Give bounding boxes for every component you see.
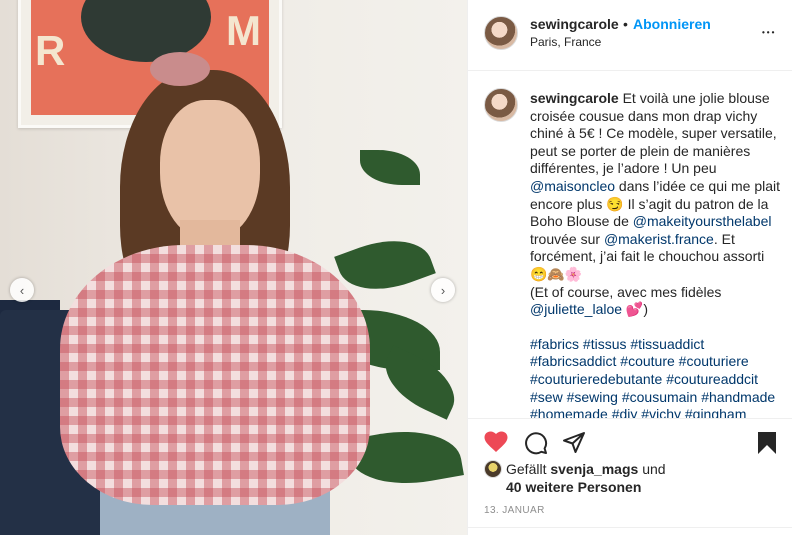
- hashtag-link[interactable]: #coutureaddcit: [666, 371, 758, 387]
- hashtag-link[interactable]: #vichy: [641, 406, 681, 418]
- hashtag-link[interactable]: #cousumain: [622, 389, 698, 405]
- separator-dot: •: [623, 16, 628, 32]
- hashtag-link[interactable]: #homemade: [530, 406, 608, 418]
- scrunchie: [150, 52, 210, 86]
- mention-link[interactable]: @makeityoursthelabel: [633, 213, 772, 229]
- carousel-next-button[interactable]: ›: [431, 278, 455, 302]
- chevron-right-icon: ›: [440, 282, 446, 298]
- hashtag-list: #fabrics #tissus #tissuaddict #fabricsad…: [530, 336, 784, 418]
- likes-prefix: Gefällt: [506, 461, 551, 477]
- caption-body: trouvée sur: [530, 230, 604, 247]
- mention-link[interactable]: @makerist.france: [604, 231, 714, 247]
- hashtag-link[interactable]: #couturiere: [679, 353, 749, 369]
- hashtag-link[interactable]: #diy: [612, 406, 638, 418]
- hashtag-link[interactable]: #sew: [530, 389, 563, 405]
- gingham-blouse: [60, 245, 370, 505]
- caption-username[interactable]: sewingcarole: [530, 90, 619, 106]
- hashtag-link[interactable]: #couturieredebutante: [530, 371, 662, 387]
- face: [160, 100, 260, 240]
- mention-link[interactable]: @juliette_laloe: [530, 301, 622, 317]
- divider: [468, 527, 792, 528]
- carousel-prev-button[interactable]: ‹: [10, 278, 34, 302]
- location-link[interactable]: Paris, France: [530, 35, 601, 49]
- hashtag-link[interactable]: #tissus: [583, 336, 627, 352]
- hashtag-link[interactable]: #gingham: [685, 406, 747, 418]
- avatar[interactable]: [484, 16, 518, 50]
- caption: sewingcarole Et voilà une jolie blouse c…: [484, 88, 784, 418]
- hashtag-link[interactable]: #handmade: [701, 389, 775, 405]
- follow-button[interactable]: Abonnieren: [633, 16, 711, 32]
- caption-body: (Et of course, avec mes fidèles: [530, 283, 722, 300]
- liker-username[interactable]: svenja_mags: [550, 461, 638, 477]
- caption-text: sewingcarole Et voilà une jolie blouse c…: [530, 90, 784, 418]
- hashtag-link[interactable]: #tissuaddict: [630, 336, 704, 352]
- hashtag-link[interactable]: #couture: [620, 353, 674, 369]
- paper-plane-icon[interactable]: [562, 431, 586, 455]
- comment-icon[interactable]: [524, 431, 548, 455]
- hashtag-link[interactable]: #fabricsaddict: [530, 353, 616, 369]
- bookmark-filled-icon[interactable]: [757, 431, 777, 455]
- hashtag-link[interactable]: #fabrics: [530, 336, 579, 352]
- post-header: sewingcarole • Abonnieren Paris, France …: [468, 0, 792, 71]
- post-sidebar: sewingcarole • Abonnieren Paris, France …: [467, 0, 792, 535]
- post-photo[interactable]: R M ‹ ›: [0, 0, 467, 535]
- header-username[interactable]: sewingcarole: [530, 16, 619, 32]
- mention-link[interactable]: @maisoncleo: [530, 178, 615, 194]
- more-options-icon[interactable]: •••: [762, 28, 776, 37]
- heart-filled-icon[interactable]: [484, 431, 508, 453]
- post-date[interactable]: 13. JANUAR: [484, 505, 545, 516]
- chevron-left-icon: ‹: [19, 282, 25, 298]
- likes-conjunction: und: [638, 461, 666, 477]
- liker-avatar[interactable]: [484, 460, 502, 478]
- likes-summary: Gefällt svenja_mags und 40 weitere Perso…: [484, 460, 784, 496]
- action-bar: [468, 418, 792, 464]
- caption-body: 💕): [622, 301, 649, 318]
- likes-others-link[interactable]: 40 weitere Personen: [506, 479, 641, 495]
- caption-avatar[interactable]: [484, 88, 518, 122]
- hashtag-link[interactable]: #sewing: [567, 389, 618, 405]
